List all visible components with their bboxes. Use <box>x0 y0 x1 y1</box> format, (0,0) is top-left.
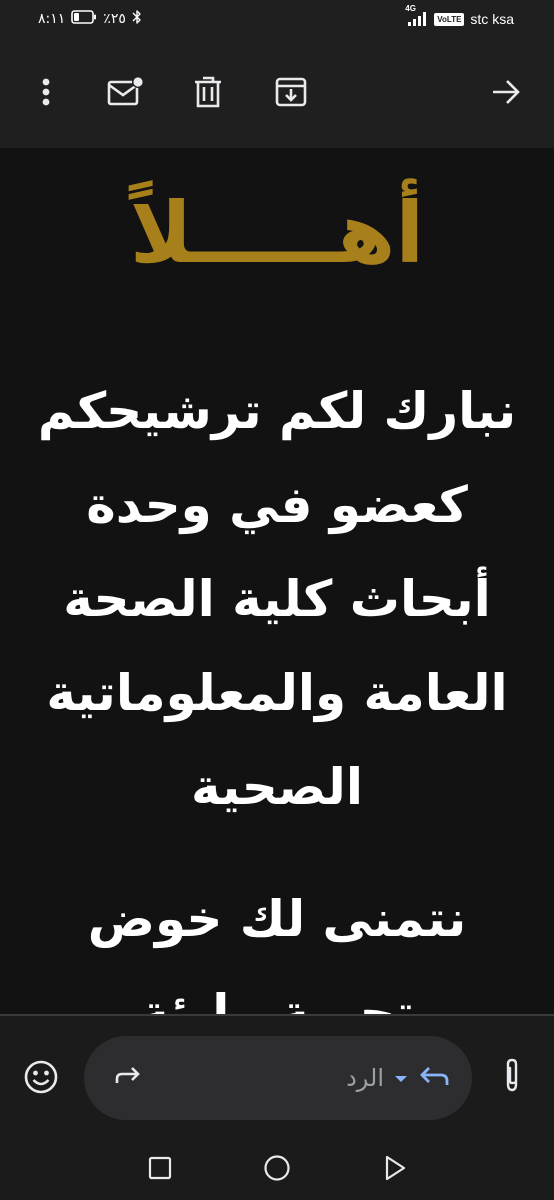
system-navigation-bar <box>0 1140 554 1200</box>
archive-icon <box>274 76 308 108</box>
reply-bar: الرد <box>0 1016 554 1140</box>
email-toolbar <box>0 40 554 148</box>
forward-button[interactable] <box>106 1056 150 1100</box>
status-time: ٨:١١ <box>38 11 66 27</box>
email-message-body[interactable]: أهـــــلاً نبارك لكم ترشيحكم كعضو في وحد… <box>0 148 554 1014</box>
network-type: 4G <box>405 4 416 13</box>
status-left: ٨:١١ ٪٢٥ <box>38 8 142 30</box>
mark-unread-icon <box>106 76 144 108</box>
volte-badge: VoLTE <box>434 12 465 26</box>
mark-unread-button[interactable] <box>103 70 147 114</box>
forward-arrow-icon <box>490 78 522 106</box>
battery-percent: ٪٢٥ <box>103 11 126 27</box>
recents-button[interactable] <box>140 1150 180 1190</box>
forward-navigation-button[interactable] <box>484 70 528 114</box>
reply-button[interactable]: الرد <box>346 1056 450 1100</box>
forward-icon <box>114 1065 142 1091</box>
emoji-reaction-button[interactable] <box>20 1058 62 1100</box>
message-paragraph: نتمنى لك خوض تجربة مليئة <box>87 890 467 1014</box>
attach-icon <box>501 1057 523 1099</box>
recents-icon <box>148 1156 172 1184</box>
carrier-name: stc ksa <box>470 11 514 27</box>
dropdown-icon[interactable] <box>394 1069 408 1088</box>
reply-pill: الرد <box>84 1036 472 1120</box>
home-icon <box>263 1154 291 1186</box>
bluetooth-icon <box>132 9 142 29</box>
signal-icon: 4G <box>405 4 428 26</box>
reply-label: الرد <box>346 1064 384 1092</box>
back-button[interactable] <box>375 1150 415 1190</box>
attach-button[interactable] <box>490 1056 534 1100</box>
more-options-button[interactable] <box>24 70 68 114</box>
back-icon <box>383 1155 407 1185</box>
archive-button[interactable] <box>269 70 313 114</box>
status-bar: ٨:١١ ٪٢٥ 4G VoLTE stc ksa <box>0 0 554 40</box>
status-right: 4G VoLTE stc ksa <box>405 4 514 30</box>
home-button[interactable] <box>257 1150 297 1190</box>
reply-icon <box>418 1064 450 1092</box>
message-paragraph: نبارك لكم ترشيحكم كعضو في وحدة أبحاث كلي… <box>37 382 517 816</box>
delete-button[interactable] <box>186 70 230 114</box>
more-vert-icon <box>41 77 51 107</box>
delete-icon <box>193 75 223 109</box>
emoji-icon <box>23 1059 59 1099</box>
battery-icon <box>71 10 97 28</box>
greeting-heading: أهـــــلاً <box>129 184 425 282</box>
